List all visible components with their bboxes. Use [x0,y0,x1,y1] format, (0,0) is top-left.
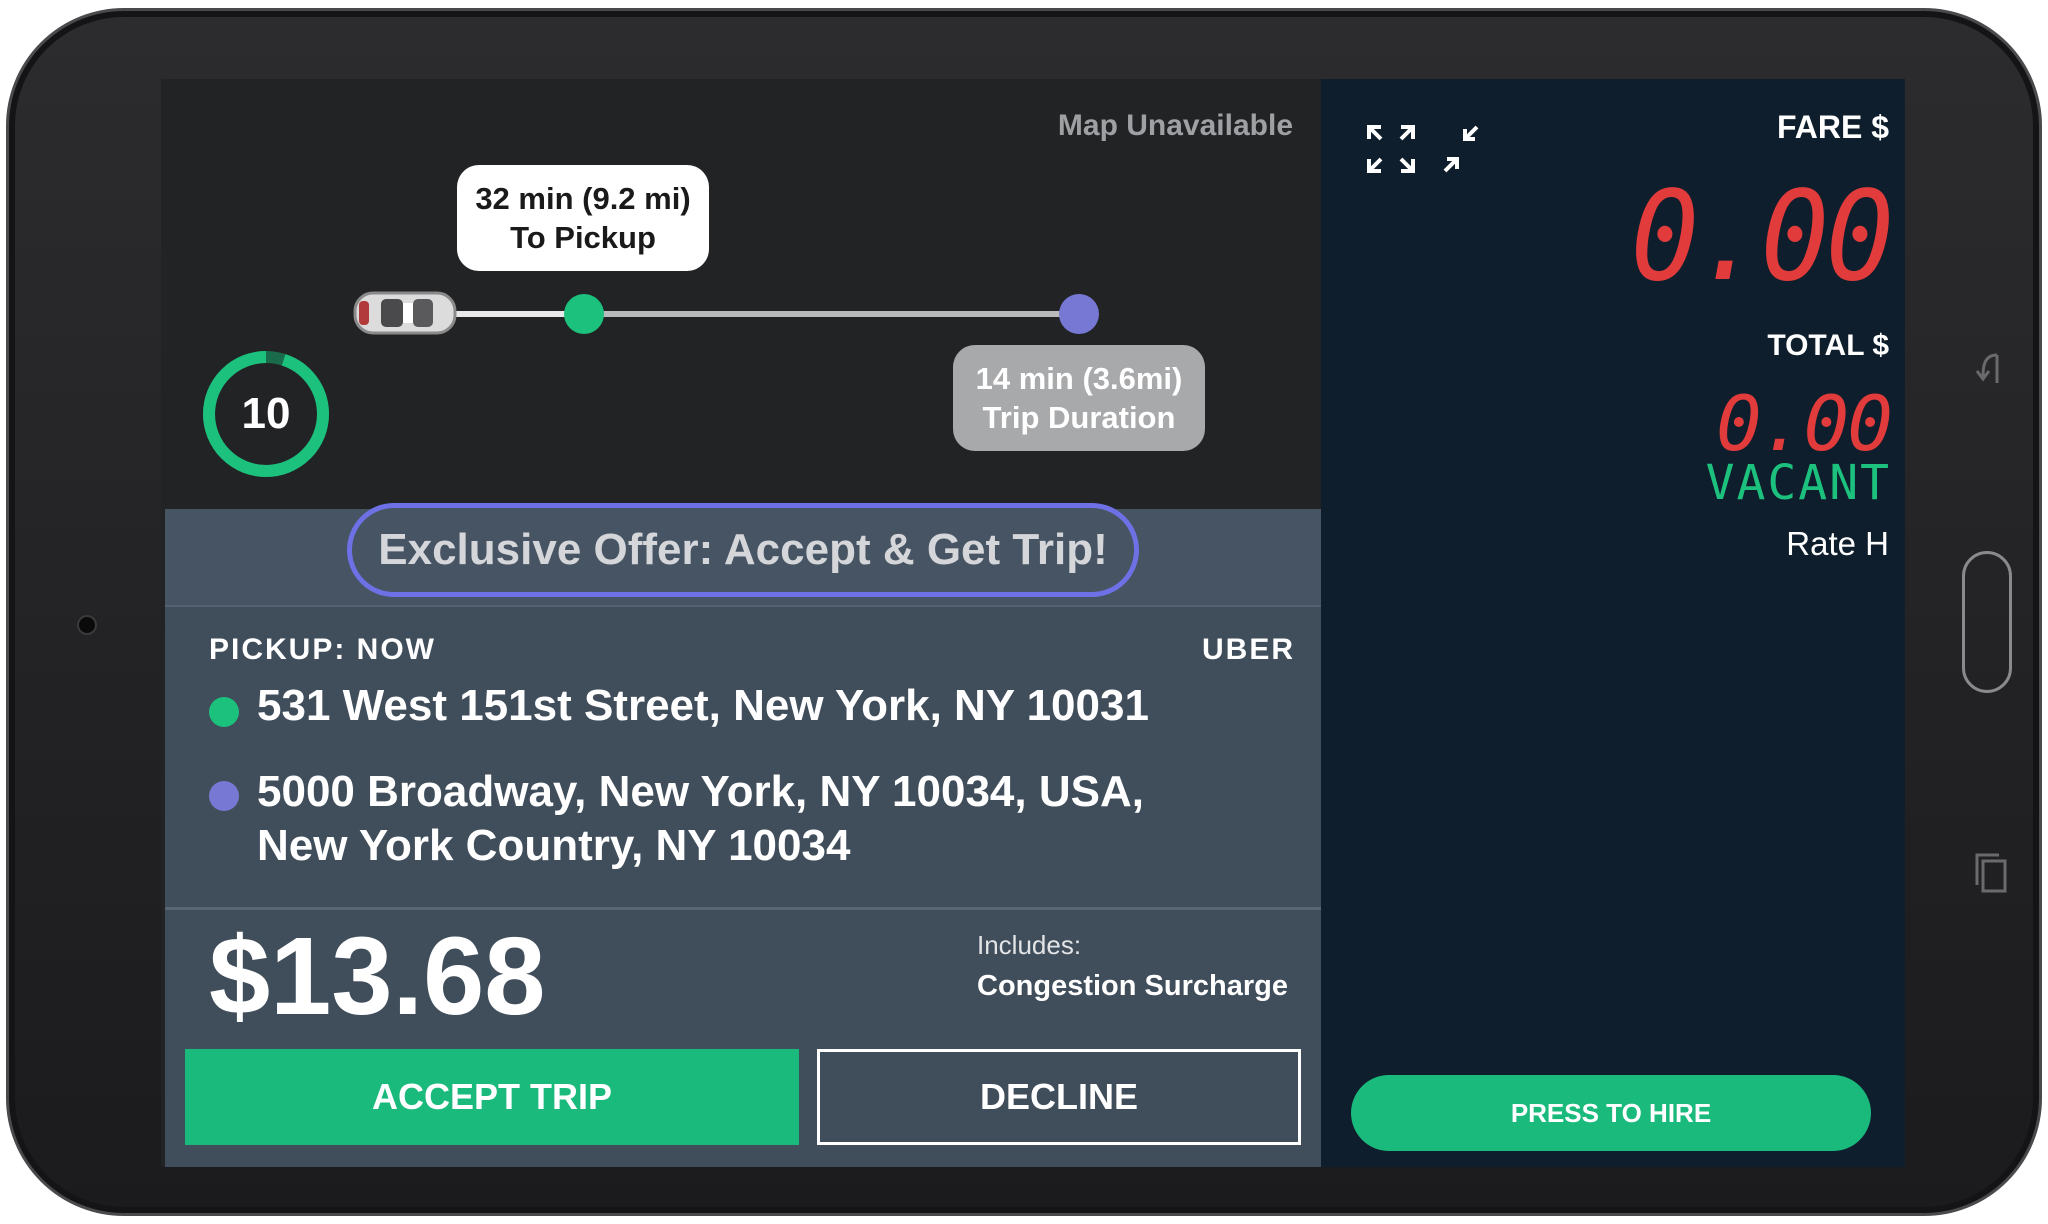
decline-button[interactable]: DECLINE [817,1049,1301,1145]
exclusive-offer-banner: Exclusive Offer: Accept & Get Trip! [347,503,1139,597]
pickup-eta-value: 32 min (9.2 mi) [475,181,691,216]
trip-eta-value: 14 min (3.6mi) [975,361,1183,396]
front-camera [77,615,97,635]
total-label: TOTAL $ [1767,329,1889,362]
car-icon [353,291,457,335]
meter-status: VACANT [1705,455,1891,511]
accept-trip-button[interactable]: ACCEPT TRIP [185,1049,799,1145]
trip-eta-bubble: 14 min (3.6mi) Trip Duration [953,345,1205,451]
trip-eta-label: Trip Duration [982,400,1176,435]
pickup-dot-icon [209,697,239,727]
fare-label: FARE $ [1776,109,1889,145]
dropoff-address-line1: 5000 Broadway, New York, NY 10034, USA, [257,767,1144,816]
map-unavailable-text: Map Unavailable [1057,109,1293,142]
pickup-eta-bubble: 32 min (9.2 mi) To Pickup [457,165,709,271]
dropoff-address: 5000 Broadway, New York, NY 10034, USA, … [257,765,1217,873]
map-area: Map Unavailable 32 min (9.2 mi) To Picku… [161,79,1321,509]
countdown-number: 10 [241,389,291,438]
press-to-hire-button[interactable]: PRESS TO HIRE [1351,1075,1871,1151]
back-icon[interactable] [1971,347,2011,391]
provider-label: UBER [1201,633,1295,666]
tablet-frame: Map Unavailable 32 min (9.2 mi) To Picku… [6,8,2042,1216]
pickup-point-dot [564,294,604,334]
pickup-eta-label: To Pickup [510,220,656,255]
offer-header: Exclusive Offer: Accept & Get Trip! [165,503,1321,607]
dropoff-address-line2: New York Country, NY 10034 [257,821,851,870]
price-section: $13.68 Includes: Congestion Surcharge AC… [165,910,1321,1167]
app-screen: Map Unavailable 32 min (9.2 mi) To Picku… [161,79,1905,1167]
includes-label: Includes: [977,930,1082,960]
rate-label: Rate H [1786,525,1889,562]
dropoff-point-dot [1059,294,1099,334]
taxi-meter-panel: FARE $ 0.00 TOTAL $ 0.00 VACANT Rate H P… [1321,79,1905,1167]
pickup-time-label: PICKUP: NOW [209,633,436,666]
route-line-to-pickup [451,311,581,317]
pickup-address: 531 West 151st Street, New York, NY 1003… [257,681,1149,730]
recent-apps-icon[interactable] [1971,849,2011,897]
fare-value: 0.00 [1630,165,1895,309]
collapse-icon[interactable] [1439,121,1495,177]
home-button[interactable] [1962,551,2012,693]
includes-value: Congestion Surcharge [977,970,1288,1002]
trip-price: $13.68 [209,915,546,1038]
expand-icon[interactable] [1363,121,1419,177]
dropoff-dot-icon [209,781,239,811]
